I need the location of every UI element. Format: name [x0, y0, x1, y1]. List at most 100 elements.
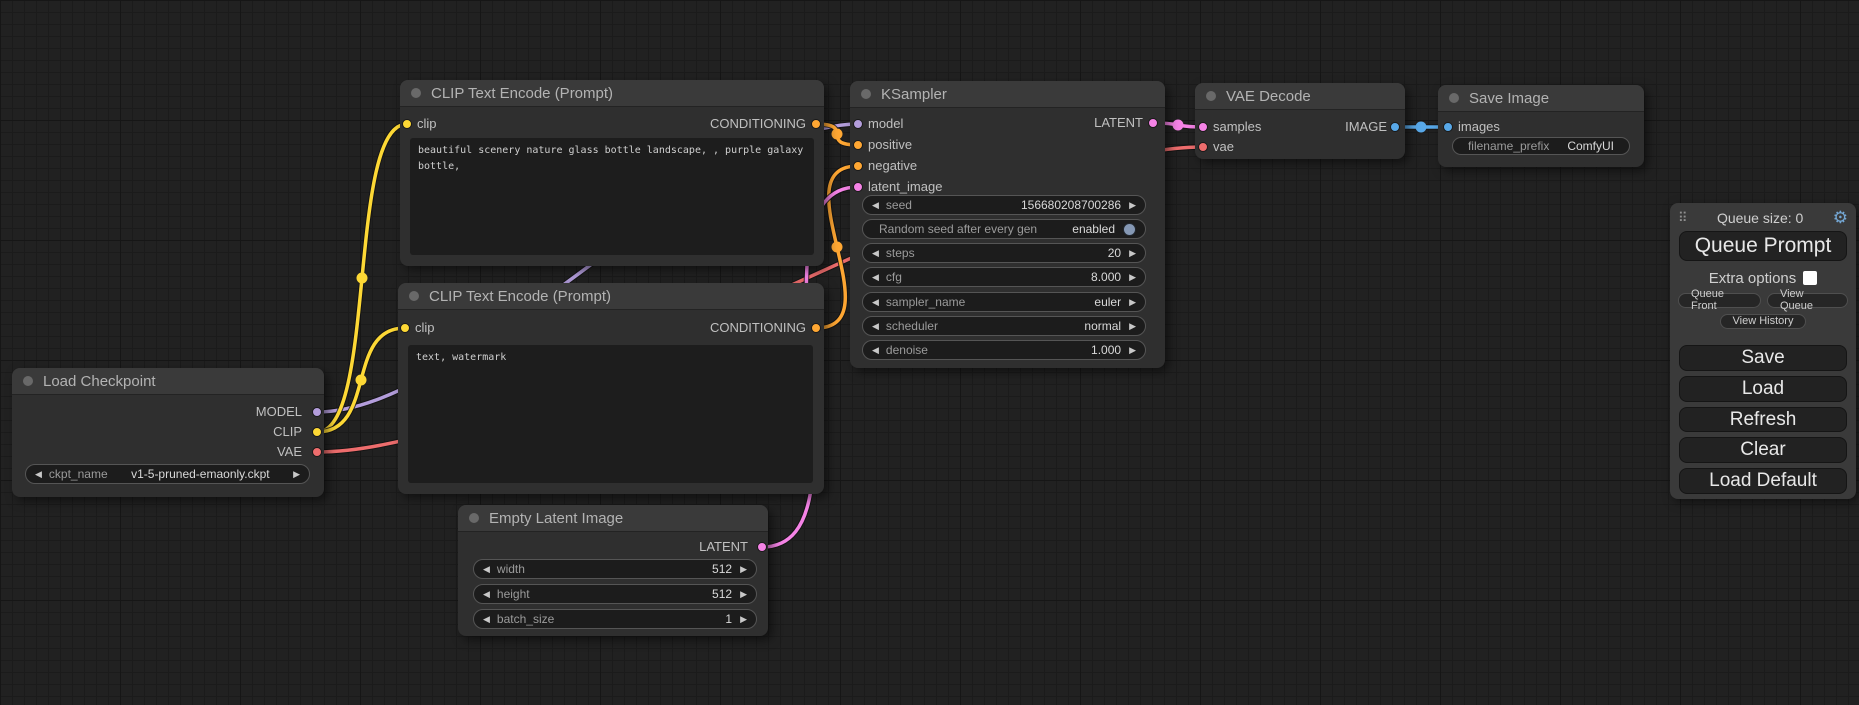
- increment-icon[interactable]: ▶: [293, 469, 300, 480]
- widget-ckpt-name[interactable]: ◀ ckpt_name v1-5-pruned-emaonly.ckpt ▶: [25, 464, 310, 484]
- widget-value: 1.000: [1091, 343, 1121, 357]
- widget-batch-size[interactable]: ◀ batch_size 1 ▶: [473, 609, 757, 629]
- increment-icon[interactable]: ▶: [1129, 297, 1136, 308]
- collapse-dot-icon[interactable]: [409, 291, 419, 301]
- widget-denoise[interactable]: ◀ denoise 1.000 ▶: [862, 340, 1146, 360]
- input-port-samples[interactable]: [1198, 122, 1208, 132]
- widget-steps[interactable]: ◀ steps 20 ▶: [862, 243, 1146, 263]
- output-port-conditioning[interactable]: [811, 119, 821, 129]
- node-empty-latent-image[interactable]: Empty Latent Image LATENT ◀ width 512 ▶ …: [458, 505, 768, 636]
- refresh-button[interactable]: Refresh: [1679, 407, 1847, 433]
- view-history-button[interactable]: View History: [1720, 314, 1807, 329]
- input-label-latent-image: latent_image: [868, 179, 942, 194]
- input-port-images[interactable]: [1443, 122, 1453, 132]
- widget-random-seed-toggle[interactable]: Random seed after every gen enabled: [862, 219, 1146, 239]
- decrement-icon[interactable]: ◀: [483, 564, 490, 575]
- increment-icon[interactable]: ▶: [1129, 272, 1136, 283]
- input-port-clip[interactable]: [402, 119, 412, 129]
- increment-icon[interactable]: ▶: [1129, 321, 1136, 332]
- output-port-latent[interactable]: [757, 542, 767, 552]
- widget-height[interactable]: ◀ height 512 ▶: [473, 584, 757, 604]
- node-title-bar[interactable]: Save Image: [1438, 85, 1644, 112]
- node-title-bar[interactable]: CLIP Text Encode (Prompt): [398, 283, 824, 310]
- increment-icon[interactable]: ▶: [1129, 200, 1136, 211]
- node-load-checkpoint[interactable]: Load Checkpoint MODEL CLIP VAE ◀ ckpt_na…: [12, 368, 324, 497]
- input-port-clip[interactable]: [400, 323, 410, 333]
- node-title-bar[interactable]: Empty Latent Image: [458, 505, 768, 532]
- decrement-icon[interactable]: ◀: [872, 200, 879, 211]
- collapse-dot-icon[interactable]: [861, 89, 871, 99]
- increment-icon[interactable]: ▶: [740, 589, 747, 600]
- widget-value: euler: [1094, 295, 1121, 309]
- widget-sampler-name[interactable]: ◀ sampler_name euler ▶: [862, 292, 1146, 312]
- extra-options-checkbox[interactable]: [1803, 271, 1817, 285]
- wire-clip-to-negative-prompt: [317, 328, 405, 432]
- clear-button[interactable]: Clear: [1679, 437, 1847, 463]
- settings-gear-icon[interactable]: ⚙: [1833, 209, 1848, 226]
- widget-width[interactable]: ◀ width 512 ▶: [473, 559, 757, 579]
- output-port-conditioning[interactable]: [811, 323, 821, 333]
- output-label-model: MODEL: [256, 404, 302, 419]
- widget-cfg[interactable]: ◀ cfg 8.000 ▶: [862, 267, 1146, 287]
- output-port-model[interactable]: [312, 407, 322, 417]
- output-port-image[interactable]: [1390, 122, 1400, 132]
- widget-value: 1: [725, 612, 732, 626]
- widget-scheduler[interactable]: ◀ scheduler normal ▶: [862, 316, 1146, 336]
- widget-value: 512: [712, 587, 732, 601]
- queue-prompt-button[interactable]: Queue Prompt: [1679, 231, 1847, 261]
- decrement-icon[interactable]: ◀: [872, 248, 879, 259]
- input-label-model: model: [868, 116, 903, 131]
- decrement-icon[interactable]: ◀: [872, 321, 879, 332]
- widget-label: sampler_name: [886, 295, 965, 309]
- queue-front-button[interactable]: Queue Front: [1678, 293, 1761, 308]
- decrement-icon[interactable]: ◀: [483, 589, 490, 600]
- decrement-icon[interactable]: ◀: [35, 469, 42, 480]
- prompt-textarea[interactable]: text, watermark: [408, 345, 813, 483]
- widget-seed[interactable]: ◀ seed 156680208700286 ▶: [862, 195, 1146, 215]
- decrement-icon[interactable]: ◀: [872, 345, 879, 356]
- node-title-bar[interactable]: VAE Decode: [1195, 83, 1405, 110]
- node-title-bar[interactable]: KSampler: [850, 81, 1165, 108]
- prompt-textarea[interactable]: beautiful scenery nature glass bottle la…: [410, 138, 814, 255]
- collapse-dot-icon[interactable]: [469, 513, 479, 523]
- widget-value: enabled: [1072, 222, 1115, 236]
- load-button[interactable]: Load: [1679, 376, 1847, 402]
- node-title-bar[interactable]: Load Checkpoint: [12, 368, 324, 395]
- decrement-icon[interactable]: ◀: [872, 297, 879, 308]
- toggle-enabled-icon[interactable]: [1123, 223, 1136, 236]
- output-port-clip[interactable]: [312, 427, 322, 437]
- collapse-dot-icon[interactable]: [411, 88, 421, 98]
- input-port-positive[interactable]: [853, 140, 863, 150]
- increment-icon[interactable]: ▶: [740, 564, 747, 575]
- increment-icon[interactable]: ▶: [1129, 345, 1136, 356]
- input-port-model[interactable]: [853, 119, 863, 129]
- node-ksampler[interactable]: KSampler model positive negative latent_…: [850, 81, 1165, 368]
- node-save-image[interactable]: Save Image images filename_prefix ComfyU…: [1438, 85, 1644, 167]
- decrement-icon[interactable]: ◀: [872, 272, 879, 283]
- input-port-vae[interactable]: [1198, 142, 1208, 152]
- collapse-dot-icon[interactable]: [23, 376, 33, 386]
- node-vae-decode[interactable]: VAE Decode samples vae IMAGE: [1195, 83, 1405, 159]
- widget-filename-prefix[interactable]: filename_prefix ComfyUI: [1452, 137, 1630, 155]
- collapse-dot-icon[interactable]: [1206, 91, 1216, 101]
- widget-label: steps: [886, 246, 915, 260]
- increment-icon[interactable]: ▶: [740, 614, 747, 625]
- output-port-latent[interactable]: [1148, 118, 1158, 128]
- output-port-vae[interactable]: [312, 447, 322, 457]
- view-queue-button[interactable]: View Queue: [1767, 293, 1848, 308]
- widget-label: cfg: [886, 270, 902, 284]
- node-clip-text-encode-negative[interactable]: CLIP Text Encode (Prompt) clip CONDITION…: [398, 283, 824, 494]
- save-button[interactable]: Save: [1679, 345, 1847, 371]
- input-port-latent-image[interactable]: [853, 182, 863, 192]
- drag-handle-icon[interactable]: ⠿: [1678, 211, 1688, 224]
- node-clip-text-encode-positive[interactable]: CLIP Text Encode (Prompt) clip CONDITION…: [400, 80, 824, 266]
- decrement-icon[interactable]: ◀: [483, 614, 490, 625]
- load-default-button[interactable]: Load Default: [1679, 468, 1847, 494]
- widget-label: width: [497, 562, 525, 576]
- node-title: Load Checkpoint: [43, 373, 156, 390]
- collapse-dot-icon[interactable]: [1449, 93, 1459, 103]
- increment-icon[interactable]: ▶: [1129, 248, 1136, 259]
- widget-label: height: [497, 587, 530, 601]
- input-port-negative[interactable]: [853, 161, 863, 171]
- node-title-bar[interactable]: CLIP Text Encode (Prompt): [400, 80, 824, 107]
